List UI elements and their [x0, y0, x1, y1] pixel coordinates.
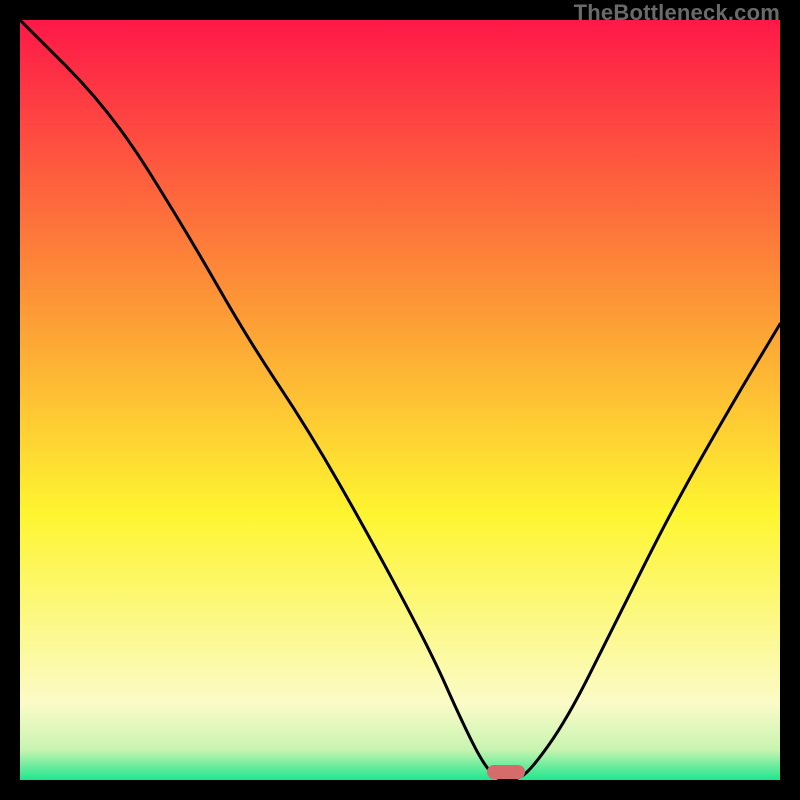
- watermark-text: TheBottleneck.com: [574, 0, 780, 26]
- bottleneck-curve: [20, 20, 780, 780]
- optimal-marker: [487, 765, 525, 779]
- plot-area: [20, 20, 780, 780]
- chart-frame: TheBottleneck.com: [0, 0, 800, 800]
